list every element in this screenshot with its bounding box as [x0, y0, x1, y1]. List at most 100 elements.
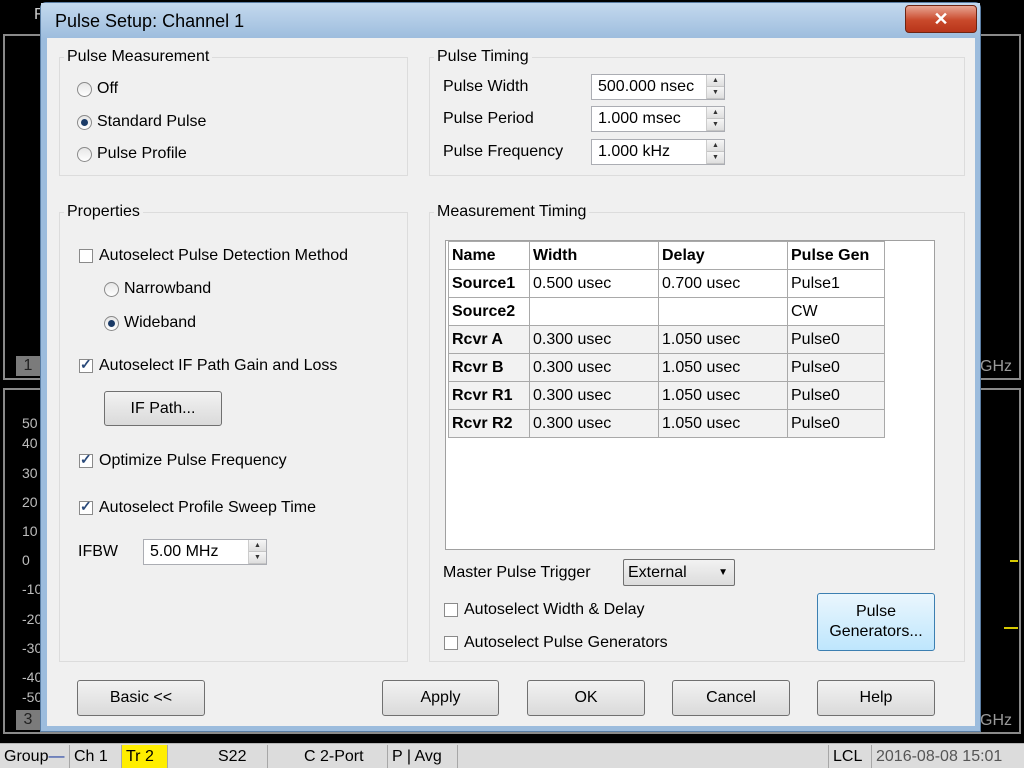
- column-header-pulse-gen[interactable]: Pulse Gen: [787, 241, 885, 270]
- optimize-frequency-checkbox[interactable]: Optimize Pulse Frequency: [79, 451, 287, 470]
- radio-off-indicator[interactable]: [77, 81, 92, 97]
- radio-narrowband-indicator[interactable]: [104, 281, 119, 297]
- checkbox-box[interactable]: [444, 636, 458, 650]
- autoselect-generators-checkbox[interactable]: Autoselect Pulse Generators: [444, 634, 668, 652]
- radio-pulse-profile-indicator[interactable]: [77, 146, 92, 162]
- apply-button[interactable]: Apply: [382, 680, 499, 716]
- status-trace[interactable]: Tr 2: [122, 744, 168, 768]
- table-cell[interactable]: 1.050 usec: [658, 325, 788, 354]
- spin-up-icon[interactable]: ▲: [707, 140, 724, 152]
- table-cell[interactable]: 0.300 usec: [529, 381, 659, 410]
- table-cell[interactable]: [658, 297, 788, 326]
- table-cell[interactable]: 0.700 usec: [658, 269, 788, 298]
- table-cell[interactable]: 0.300 usec: [529, 325, 659, 354]
- column-header-name[interactable]: Name: [448, 241, 530, 270]
- checkbox-box[interactable]: [79, 498, 93, 515]
- table-cell[interactable]: CW: [787, 297, 885, 326]
- checkbox-box[interactable]: [79, 356, 93, 373]
- table-cell[interactable]: Pulse0: [787, 409, 885, 438]
- y-tick-label: 0: [22, 552, 30, 568]
- pulse-period-value[interactable]: 1.000 msec: [592, 107, 706, 131]
- table-cell[interactable]: Source1: [448, 269, 530, 298]
- help-button[interactable]: Help: [817, 680, 935, 716]
- status-spacer: [458, 745, 828, 768]
- window-number-top[interactable]: 1: [16, 356, 40, 376]
- table-cell[interactable]: 1.050 usec: [658, 353, 788, 382]
- spin-down-icon[interactable]: ▼: [707, 152, 724, 164]
- pulse-frequency-field[interactable]: 1.000 kHz ▲ ▼: [591, 139, 725, 165]
- spin-down-icon[interactable]: ▼: [249, 552, 266, 564]
- if-path-button[interactable]: IF Path...: [104, 391, 222, 426]
- master-pulse-trigger-select[interactable]: External ▼: [623, 559, 735, 586]
- autoselect-sweep-checkbox[interactable]: Autoselect Profile Sweep Time: [79, 498, 316, 517]
- status-parameter[interactable]: S22: [168, 744, 268, 768]
- radio-wideband[interactable]: Wideband: [104, 314, 196, 332]
- table-cell[interactable]: 0.300 usec: [529, 409, 659, 438]
- pulse-frequency-value[interactable]: 1.000 kHz: [592, 140, 706, 164]
- radio-standard-pulse-indicator[interactable]: [77, 114, 92, 130]
- table-cell[interactable]: Rcvr R2: [448, 409, 530, 438]
- radio-pulse-profile[interactable]: Pulse Profile: [77, 145, 187, 163]
- pulse-width-spinner[interactable]: ▲ ▼: [706, 75, 724, 99]
- spin-up-icon[interactable]: ▲: [249, 540, 266, 552]
- table-row[interactable]: Rcvr R2 0.300 usec 1.050 usec Pulse0: [448, 409, 885, 438]
- table-cell[interactable]: Pulse0: [787, 353, 885, 382]
- autoselect-width-delay-checkbox[interactable]: Autoselect Width & Delay: [444, 601, 645, 619]
- column-header-delay[interactable]: Delay: [658, 241, 788, 270]
- ifbw-value[interactable]: 5.00 MHz: [144, 540, 248, 564]
- pulse-generators-button[interactable]: Pulse Generators...: [817, 593, 935, 651]
- pulse-period-field[interactable]: 1.000 msec ▲ ▼: [591, 106, 725, 132]
- table-row[interactable]: Source2 CW: [448, 297, 885, 326]
- window-number-bottom[interactable]: 3: [16, 710, 40, 730]
- table-row[interactable]: Rcvr R1 0.300 usec 1.050 usec Pulse0: [448, 381, 885, 410]
- radio-narrowband[interactable]: Narrowband: [104, 280, 211, 298]
- ifbw-spinner[interactable]: ▲ ▼: [248, 540, 266, 564]
- radio-standard-pulse[interactable]: Standard Pulse: [77, 113, 206, 131]
- spin-down-icon[interactable]: ▼: [707, 119, 724, 131]
- table-row[interactable]: Rcvr B 0.300 usec 1.050 usec Pulse0: [448, 353, 885, 382]
- table-row[interactable]: Rcvr A 0.300 usec 1.050 usec Pulse0: [448, 325, 885, 354]
- pulse-frequency-spinner[interactable]: ▲ ▼: [706, 140, 724, 164]
- spin-up-icon[interactable]: ▲: [707, 75, 724, 87]
- table-cell[interactable]: 0.500 usec: [529, 269, 659, 298]
- spin-up-icon[interactable]: ▲: [707, 107, 724, 119]
- ok-button[interactable]: OK: [527, 680, 645, 716]
- table-cell[interactable]: 1.050 usec: [658, 381, 788, 410]
- status-calibration[interactable]: C 2-Port: [268, 744, 388, 768]
- pulse-period-spinner[interactable]: ▲ ▼: [706, 107, 724, 131]
- y-tick-label: 40: [22, 435, 38, 451]
- pulse-width-value[interactable]: 500.000 nsec: [592, 75, 706, 99]
- table-cell[interactable]: Rcvr B: [448, 353, 530, 382]
- chevron-down-icon[interactable]: ▼: [718, 560, 728, 585]
- autoselect-generators-label: Autoselect Pulse Generators: [464, 634, 668, 651]
- status-channel[interactable]: Ch 1: [70, 744, 122, 768]
- status-group[interactable]: Group—: [0, 744, 70, 768]
- table-cell[interactable]: Pulse0: [787, 325, 885, 354]
- ifbw-field[interactable]: 5.00 MHz ▲ ▼: [143, 539, 267, 565]
- table-cell[interactable]: Source2: [448, 297, 530, 326]
- dialog-titlebar[interactable]: Pulse Setup: Channel 1 ✕: [41, 3, 980, 39]
- table-cell[interactable]: Rcvr R1: [448, 381, 530, 410]
- table-cell[interactable]: 0.300 usec: [529, 353, 659, 382]
- autoselect-detection-checkbox[interactable]: Autoselect Pulse Detection Method: [79, 247, 348, 265]
- spin-down-icon[interactable]: ▼: [707, 87, 724, 99]
- status-mode[interactable]: P | Avg: [388, 744, 458, 768]
- radio-off[interactable]: Off: [77, 80, 118, 98]
- basic-button[interactable]: Basic <<: [77, 680, 205, 716]
- checkbox-box[interactable]: [79, 249, 93, 263]
- table-cell[interactable]: Rcvr A: [448, 325, 530, 354]
- radio-wideband-indicator[interactable]: [104, 315, 119, 331]
- table-cell[interactable]: 1.050 usec: [658, 409, 788, 438]
- table-row[interactable]: Source1 0.500 usec 0.700 usec Pulse1: [448, 269, 885, 298]
- cancel-button[interactable]: Cancel: [672, 680, 790, 716]
- table-cell[interactable]: Pulse1: [787, 269, 885, 298]
- pulse-width-field[interactable]: 500.000 nsec ▲ ▼: [591, 74, 725, 100]
- table-cell[interactable]: [529, 297, 659, 326]
- checkbox-box[interactable]: [444, 603, 458, 617]
- close-button[interactable]: ✕: [905, 5, 977, 33]
- measurement-timing-grid[interactable]: Name Width Delay Pulse Gen Source1 0.500…: [445, 240, 935, 550]
- column-header-width[interactable]: Width: [529, 241, 659, 270]
- checkbox-box[interactable]: [79, 451, 93, 468]
- table-cell[interactable]: Pulse0: [787, 381, 885, 410]
- autoselect-if-path-checkbox[interactable]: Autoselect IF Path Gain and Loss: [79, 356, 337, 375]
